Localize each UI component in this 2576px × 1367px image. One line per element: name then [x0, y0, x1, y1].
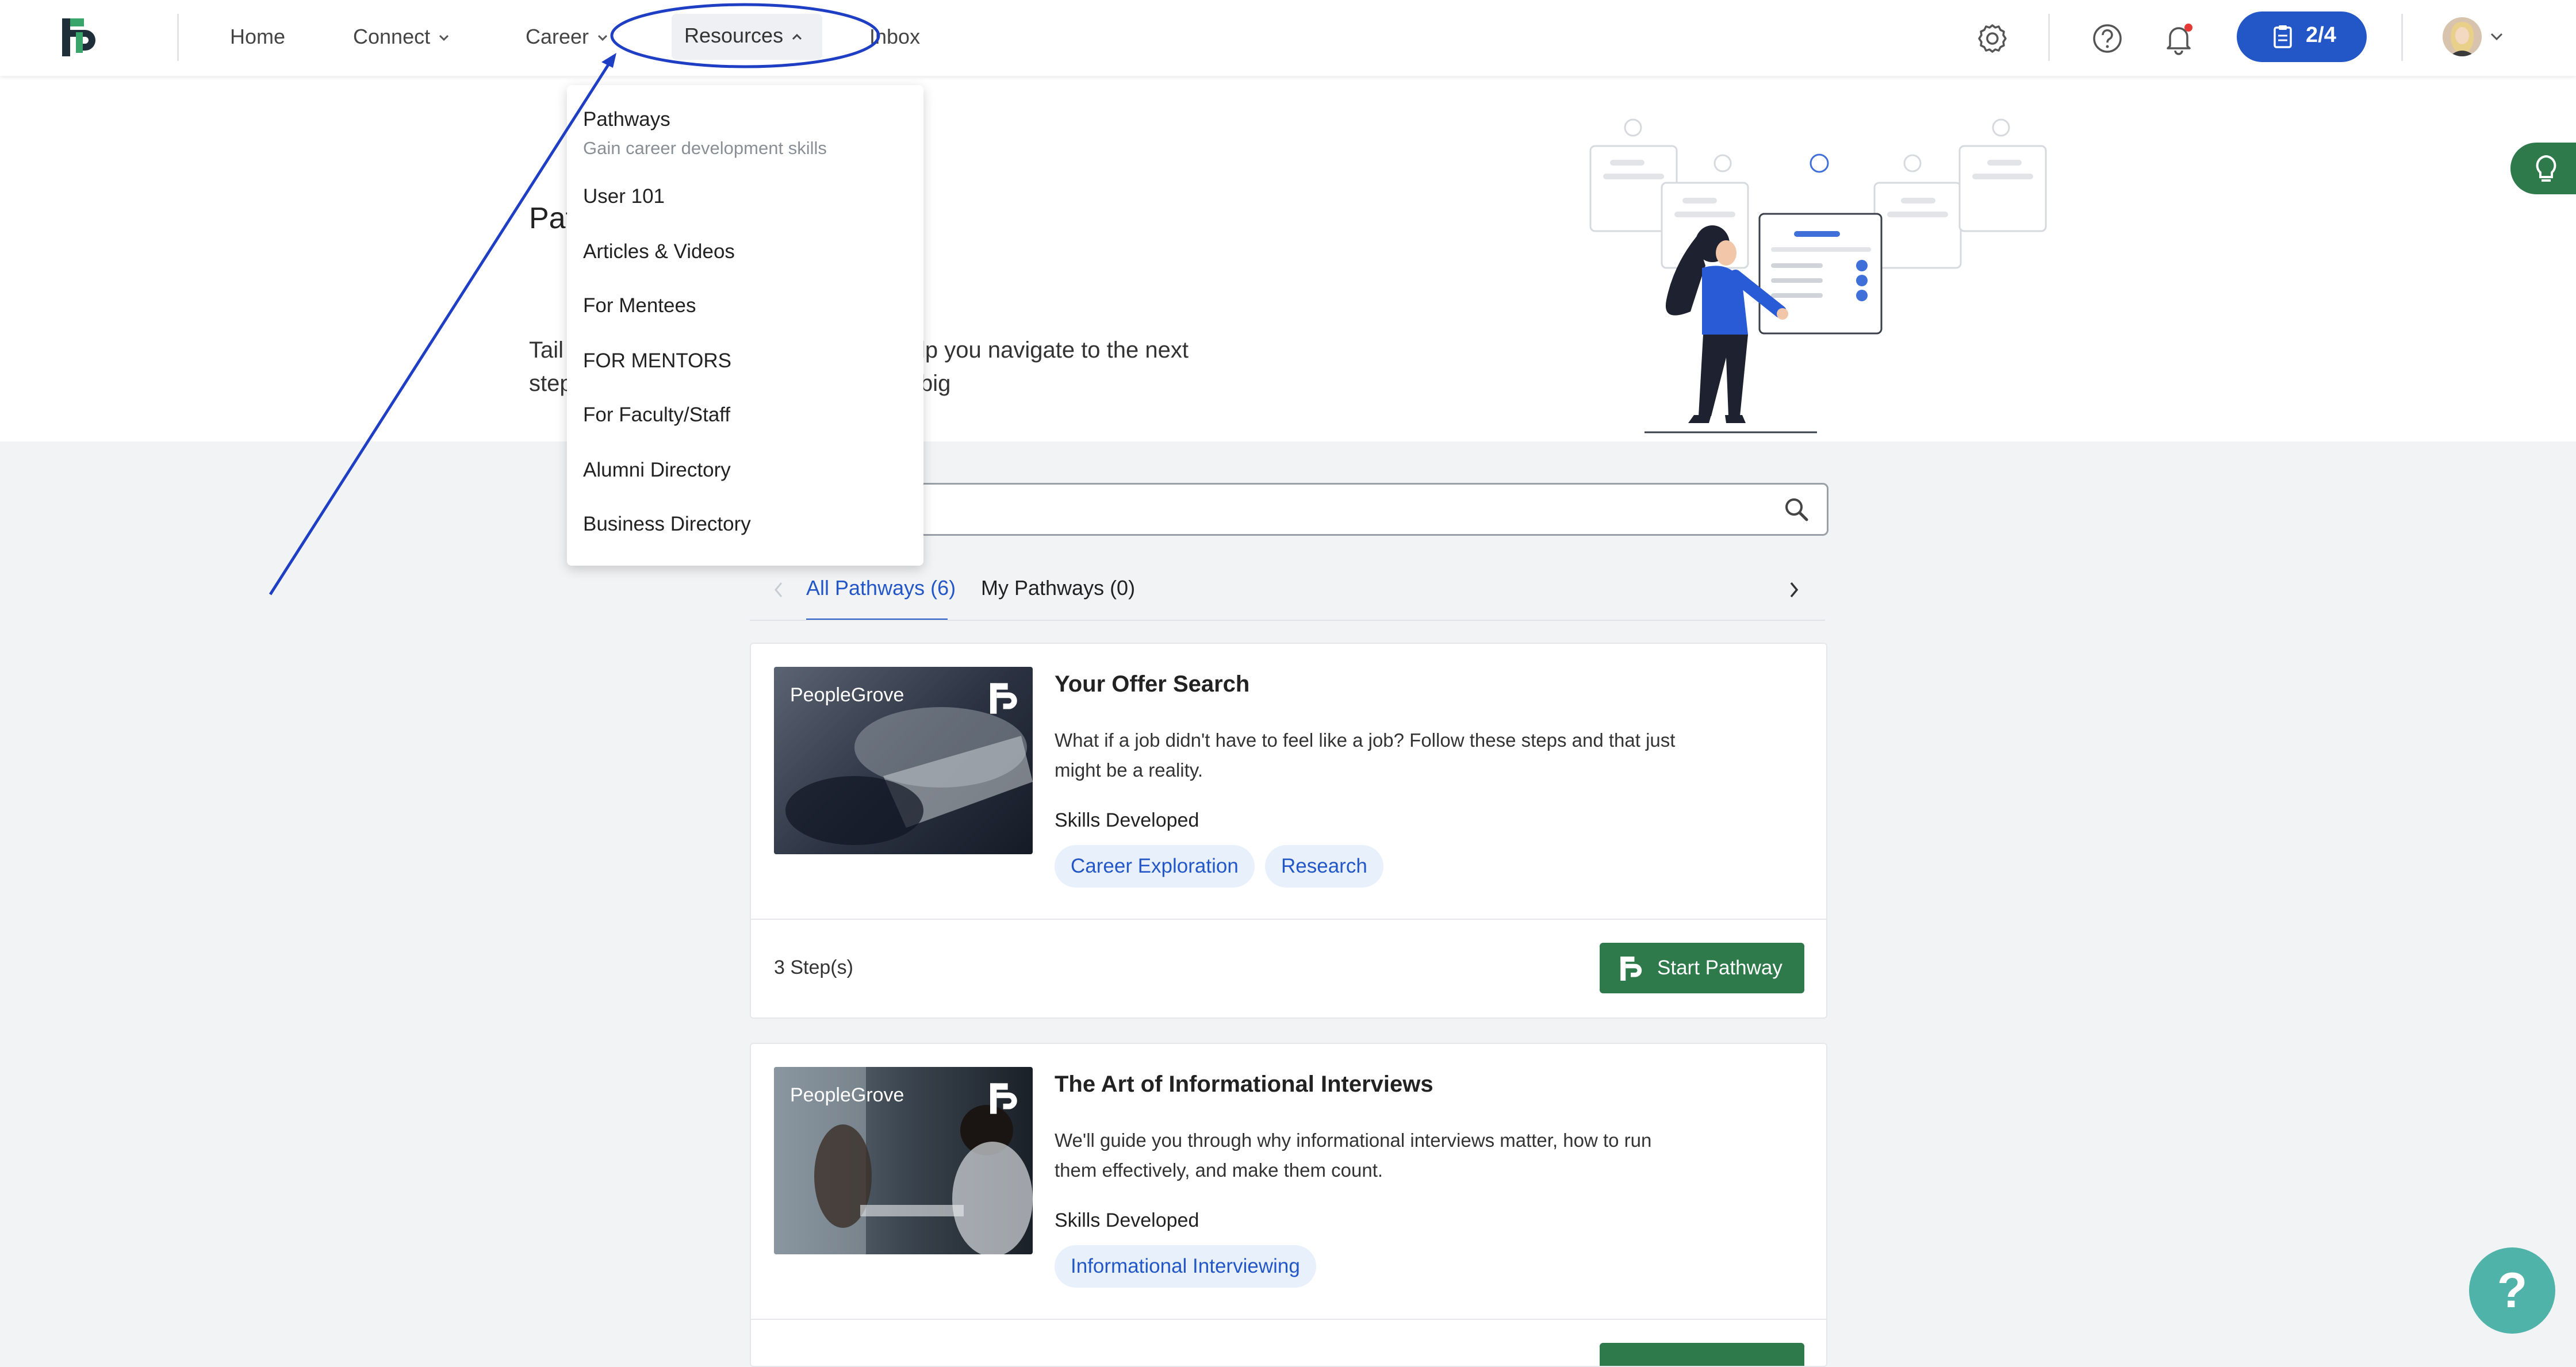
gear-icon[interactable]	[1973, 20, 2011, 57]
menu-item-business-directory[interactable]: Business Directory	[583, 513, 751, 536]
menu-item-for-mentees[interactable]: For Mentees	[583, 294, 696, 317]
menu-item-articles-videos[interactable]: Articles & Videos	[583, 240, 735, 263]
thumbnail-brand-label: PeopleGrove	[790, 684, 904, 706]
avatar[interactable]	[2443, 17, 2482, 56]
start-pathway-button[interactable]	[1600, 1343, 1804, 1366]
peoplegrove-logo-icon	[990, 1083, 1017, 1114]
pathway-description: We'll guide you through why informationa…	[1055, 1126, 1699, 1185]
skill-chip[interactable]: Career Exploration	[1055, 845, 1255, 888]
clipboard-icon	[2274, 25, 2292, 48]
top-navigation-bar: Home Connect Career Resources Inbox 2/4	[0, 0, 2576, 76]
peoplegrove-logo-icon	[1620, 957, 1642, 981]
nav-divider	[177, 14, 179, 61]
chevron-down-icon	[597, 35, 608, 41]
menu-item-alumni-directory[interactable]: Alumni Directory	[583, 459, 731, 482]
pathway-thumbnail: PeopleGrove	[774, 1067, 1033, 1254]
skills-developed-label: Skills Developed	[1055, 809, 1199, 831]
pathway-title[interactable]: Your Offer Search	[1055, 671, 1249, 697]
skill-chip[interactable]: Informational Interviewing	[1055, 1245, 1316, 1288]
menu-item-user-101[interactable]: User 101	[583, 185, 665, 208]
search-icon[interactable]	[1783, 496, 1810, 523]
hero-desc-right: lp you navigate to the next big	[920, 337, 1189, 396]
nav-career[interactable]: Career	[526, 23, 608, 51]
nav-resources-label: Resources	[684, 24, 784, 47]
progress-label: 2/4	[2306, 23, 2336, 47]
pathway-desc-line: What if a job didn't have to feel like a…	[1055, 729, 1676, 751]
start-pathway-button[interactable]: Start Pathway	[1600, 943, 1804, 993]
chevron-down-icon	[439, 35, 449, 41]
nav-connect-label: Connect	[353, 25, 431, 48]
help-button[interactable]: ?	[2469, 1247, 2555, 1334]
hero-desc-left: Tail	[529, 337, 564, 363]
pathway-title[interactable]: The Art of Informational Interviews	[1055, 1072, 1433, 1097]
chevron-right-icon[interactable]	[1788, 581, 1800, 599]
start-pathway-label: Start Pathway	[1657, 957, 1782, 979]
nav-divider	[2048, 14, 2050, 61]
resources-dropdown-menu: Pathways Gain career development skills …	[567, 85, 923, 566]
menu-item-pathways[interactable]: Pathways	[583, 108, 670, 131]
peoplegrove-logo-icon[interactable]	[62, 18, 98, 56]
onboarding-progress-button[interactable]: 2/4	[2237, 11, 2367, 62]
pathway-thumbnail: PeopleGrove	[774, 667, 1033, 854]
step-count: 3 Step(s)	[774, 957, 853, 978]
chevron-up-icon	[792, 34, 802, 40]
bell-icon[interactable]	[2160, 20, 2198, 57]
nav-inbox[interactable]: Inbox	[869, 23, 920, 51]
nav-connect[interactable]: Connect	[353, 23, 450, 51]
card-divider	[751, 919, 1826, 920]
chevron-down-icon[interactable]	[2490, 32, 2504, 41]
skill-chip[interactable]: Research	[1265, 845, 1383, 888]
pathway-desc-line: might be a reality.	[1055, 759, 1203, 781]
pathway-card[interactable]: PeopleGrove Your Offer Search What if a …	[750, 643, 1827, 1019]
nav-divider	[2401, 14, 2403, 61]
thumbnail-brand-label: PeopleGrove	[790, 1084, 904, 1106]
user-avatar-icon	[2443, 17, 2482, 56]
peoplegrove-logo-icon	[990, 683, 1017, 714]
card-divider	[751, 1319, 1826, 1320]
pathways-hero: Pat Tail lp you navigate to the next big …	[0, 76, 2576, 441]
menu-item-for-faculty-staff[interactable]: For Faculty/Staff	[583, 404, 730, 427]
menu-item-for-mentors[interactable]: FOR MENTORS	[583, 350, 731, 373]
pathway-card[interactable]: PeopleGrove The Art of Informational Int…	[750, 1043, 1827, 1367]
skills-developed-label: Skills Developed	[1055, 1209, 1199, 1231]
nav-resources[interactable]: Resources	[684, 22, 803, 49]
help-circle-icon[interactable]	[2088, 20, 2126, 57]
pathway-desc-line: We'll guide you through why informationa…	[1055, 1130, 1652, 1151]
pathways-illustration	[1589, 118, 2047, 433]
lightbulb-side-tab[interactable]	[2510, 143, 2576, 194]
pathway-desc-line: them effectively, and make them count.	[1055, 1159, 1383, 1181]
nav-home[interactable]: Home	[230, 23, 285, 51]
tabs-divider	[750, 620, 1825, 621]
tab-my-pathways[interactable]: My Pathways (0)	[981, 576, 1135, 600]
pathway-description: What if a job didn't have to feel like a…	[1055, 725, 1699, 785]
lightbulb-icon	[2536, 155, 2556, 182]
nav-career-label: Career	[526, 25, 589, 48]
menu-item-pathways-subtitle: Gain career development skills	[583, 138, 827, 158]
chevron-left-icon[interactable]	[773, 581, 784, 599]
tab-all-pathways[interactable]: All Pathways (6)	[806, 576, 956, 600]
